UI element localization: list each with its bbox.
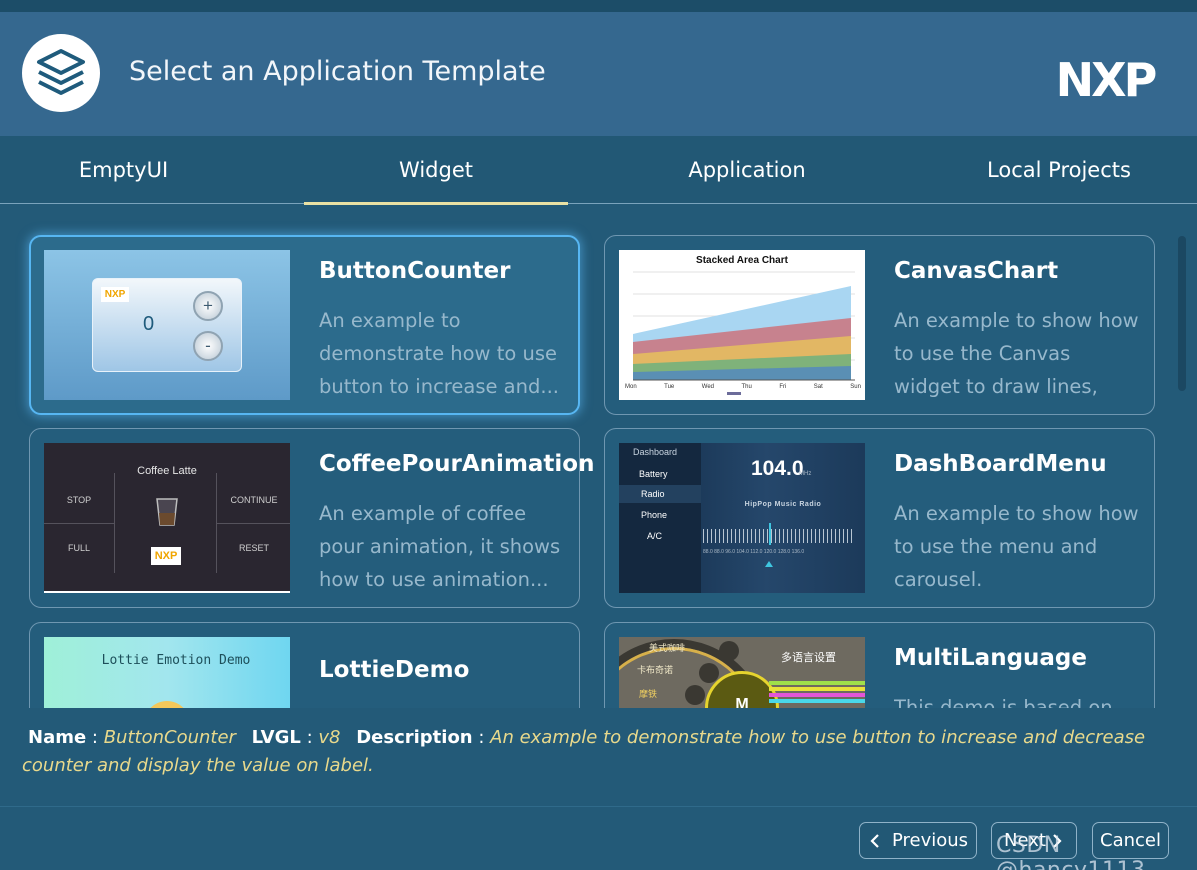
- tuner-pointer-icon: [765, 561, 773, 567]
- page-title: Select an Application Template: [129, 56, 546, 87]
- dial-icon-slot: [719, 641, 739, 661]
- nxp-brand-logo: NXP: [1056, 53, 1159, 106]
- template-list: NXP 0 + - ButtonCounter An example to de…: [0, 205, 1197, 708]
- minus-button: -: [193, 331, 223, 361]
- radio-station: HipPop Music Radio: [744, 501, 822, 508]
- tab-application[interactable]: Application: [615, 136, 879, 204]
- counter-panel: NXP 0 + -: [92, 278, 242, 372]
- description-label: Description: [356, 727, 473, 748]
- card-description: An example of coffee pour animation, it …: [319, 502, 561, 591]
- chevron-left-icon: [870, 833, 879, 848]
- lvgl-label: LVGL: [251, 727, 301, 748]
- menu-item-2: 卡布奇诺: [637, 665, 674, 675]
- card-description: An example to demonstrate how to use but…: [319, 309, 559, 398]
- lottie-thumbnail: Lottie Emotion Demo: [44, 637, 290, 708]
- tuner-needle: [769, 523, 771, 545]
- nxp-badge: NXP: [151, 547, 181, 565]
- counter-value: 0: [143, 313, 155, 335]
- watermark: CSDN @hancy1113: [996, 833, 1145, 870]
- mini-chart-x-labels: Mon Tue Wed Thu Fri Sat Sun: [625, 384, 861, 390]
- card-title: ButtonCounter: [319, 258, 511, 284]
- dial-icon-slot: [685, 685, 705, 705]
- card-description: An example to show how to use the menu a…: [894, 502, 1139, 591]
- selection-info: Name : ButtonCounter LVGL : v8 Descripti…: [22, 727, 1146, 776]
- stop-label: STOP: [66, 495, 92, 505]
- divider: [114, 473, 115, 573]
- menu-item-phone: Phone: [641, 510, 668, 520]
- lottie-title: Lottie Emotion Demo: [101, 653, 251, 668]
- tab-emptyui[interactable]: EmptyUI: [0, 136, 247, 204]
- template-card-canvaschart[interactable]: Stacked Area Chart Mon Tue Wed Thu Fri S…: [604, 235, 1155, 415]
- dashboard-menu-title: Dashboard: [633, 447, 678, 457]
- card-title: CanvasChart: [894, 258, 1059, 284]
- nxp-badge: NXP: [101, 287, 129, 302]
- window-top-strip: [0, 0, 1197, 12]
- mini-chart-tick: Mon: [625, 384, 637, 390]
- template-card-multilanguage[interactable]: 美式咖啡 卡布奇诺 摩铁 多语言设置 M MultiLanguage This …: [604, 622, 1155, 708]
- header: Select an Application Template NXP: [0, 12, 1197, 136]
- template-card-lottiedemo[interactable]: Lottie Emotion Demo LottieDemo: [29, 622, 580, 708]
- layers-icon: [37, 49, 85, 95]
- menu-item-1: 美式咖啡: [649, 643, 686, 653]
- full-label: FULL: [67, 543, 90, 553]
- continue-label: CONTINUE: [230, 495, 278, 505]
- tuner-scale-labels: 88.0 88.0 96.0 104.0 112.0 120.0 128.0 1…: [703, 549, 805, 555]
- coffee-title: Coffee Latte: [137, 465, 197, 477]
- dial-center-label: M: [735, 696, 749, 708]
- lvgl-value: v8: [318, 727, 341, 748]
- language-setting-label: 多语言设置: [781, 652, 836, 664]
- canvaschart-thumbnail: Stacked Area Chart Mon Tue Wed Thu Fri S…: [619, 250, 865, 400]
- tab-local-projects[interactable]: Local Projects: [927, 136, 1191, 204]
- template-tabs: EmptyUI Widget Application Local Project…: [0, 136, 1197, 205]
- mini-chart-tick: Thu: [741, 384, 752, 390]
- card-title: LottieDemo: [319, 657, 470, 683]
- divider: [44, 523, 114, 524]
- mini-chart-tick: Fri: [779, 384, 787, 390]
- mini-chart-tick: Sun: [850, 384, 861, 390]
- radio-frequency: 104.0: [751, 457, 804, 480]
- card-title: CoffeePourAnimation: [319, 451, 595, 477]
- multilanguage-thumbnail: 美式咖啡 卡布奇诺 摩铁 多语言设置 M: [619, 637, 865, 708]
- buttoncounter-thumbnail: NXP 0 + -: [44, 250, 290, 400]
- card-description: An example to show how to use the Canvas…: [894, 309, 1139, 398]
- name-value: ButtonCounter: [103, 727, 236, 748]
- coffee-thumbnail: Coffee Latte STOP CONTINUE FULL RESET NX…: [44, 443, 290, 593]
- menu-item-radio: Radio: [641, 489, 665, 499]
- name-label: Name: [28, 727, 87, 748]
- list-scrollbar[interactable]: [1178, 236, 1186, 391]
- color-bar: [769, 693, 865, 697]
- menu-item-ac: A/C: [647, 531, 663, 541]
- card-description: This demo is based on the: [894, 696, 1113, 708]
- template-card-coffeepouranimation[interactable]: Coffee Latte STOP CONTINUE FULL RESET NX…: [29, 428, 594, 608]
- mini-chart-tick: Tue: [664, 384, 675, 390]
- previous-label: Previous: [891, 830, 969, 851]
- menu-item-battery: Battery: [639, 469, 668, 479]
- previous-button[interactable]: Previous: [859, 822, 977, 859]
- divider: [216, 523, 290, 524]
- coffee-glass-icon: [156, 498, 178, 526]
- frequency-unit: MHz: [799, 471, 812, 477]
- menu-item-3: 摩铁: [639, 689, 658, 699]
- plus-button: +: [193, 291, 223, 321]
- tuner-scale: [703, 529, 855, 543]
- color-bar: [769, 687, 865, 691]
- card-title: MultiLanguage: [894, 645, 1087, 671]
- svg-text:NXP: NXP: [1056, 53, 1156, 106]
- template-card-dashboardmenu[interactable]: Dashboard Battery Radio Phone A/C 104.0 …: [604, 428, 1155, 608]
- mini-chart-tick: Wed: [701, 384, 714, 390]
- mini-chart-tick: Sat: [813, 384, 823, 390]
- card-title: DashBoardMenu: [894, 451, 1107, 477]
- dashboard-thumbnail: Dashboard Battery Radio Phone A/C 104.0 …: [619, 443, 865, 593]
- emoji-face: [144, 701, 190, 708]
- stacked-area-mini-chart: [633, 271, 855, 395]
- reset-label: RESET: [238, 543, 269, 553]
- color-bar: [769, 681, 865, 685]
- color-bar: [769, 699, 865, 703]
- tab-widget[interactable]: Widget: [304, 136, 568, 205]
- template-card-buttoncounter[interactable]: NXP 0 + - ButtonCounter An example to de…: [29, 235, 580, 415]
- app-logo: [22, 34, 100, 112]
- dashboard-menu: Dashboard Battery Radio Phone A/C: [619, 443, 701, 593]
